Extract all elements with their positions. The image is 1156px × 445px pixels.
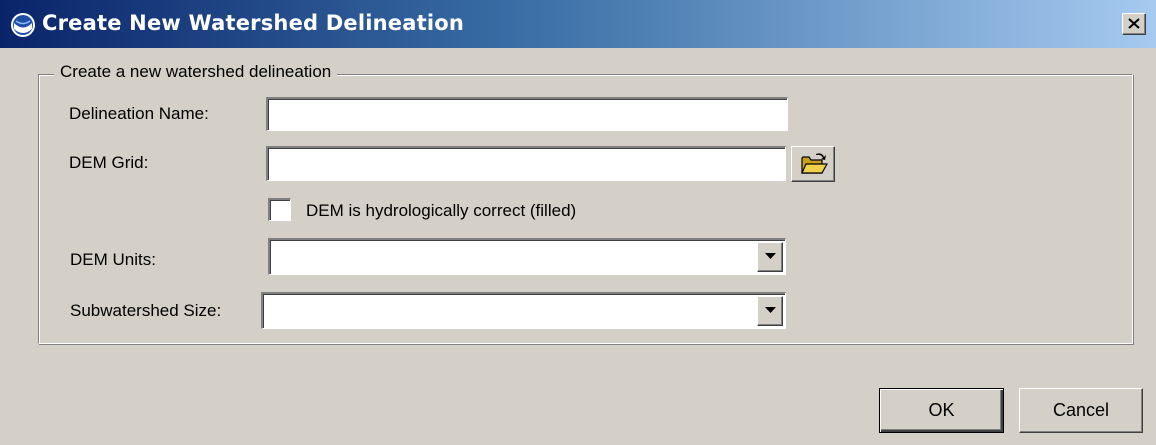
dem-filled-checkbox[interactable]	[268, 198, 291, 221]
dem-grid-input[interactable]	[266, 146, 786, 181]
dem-filled-label: DEM is hydrologically correct (filled)	[306, 201, 577, 220]
title-bar[interactable]: Create New Watershed Delineation	[0, 0, 1156, 48]
dem-units-dropdown-button[interactable]	[757, 242, 783, 272]
dropdown-arrow-icon	[765, 307, 776, 313]
open-folder-icon	[801, 153, 828, 174]
dem-grid-label: DEM Grid:	[69, 153, 149, 172]
subwatershed-size-label: Subwatershed Size:	[70, 301, 222, 320]
window-title: Create New Watershed Delineation	[42, 11, 465, 35]
browse-dem-button[interactable]	[791, 146, 835, 182]
subwatershed-size-dropdown-button[interactable]	[757, 296, 783, 326]
groupbox-legend: Create a new watershed delineation	[54, 62, 338, 82]
noaa-logo-icon	[11, 13, 35, 37]
dem-units-label: DEM Units:	[70, 250, 156, 269]
delineation-name-input[interactable]	[266, 97, 788, 131]
ok-button[interactable]: OK	[879, 388, 1004, 433]
close-button[interactable]	[1122, 13, 1146, 35]
dropdown-arrow-icon	[765, 253, 776, 259]
dialog-window: Create New Watershed Delineation Create …	[0, 0, 1156, 445]
dem-units-select[interactable]	[268, 238, 786, 275]
delineation-name-label: Delineation Name:	[69, 104, 209, 123]
cancel-button[interactable]: Cancel	[1019, 388, 1143, 433]
subwatershed-size-select[interactable]	[261, 292, 786, 329]
close-icon	[1128, 18, 1140, 29]
